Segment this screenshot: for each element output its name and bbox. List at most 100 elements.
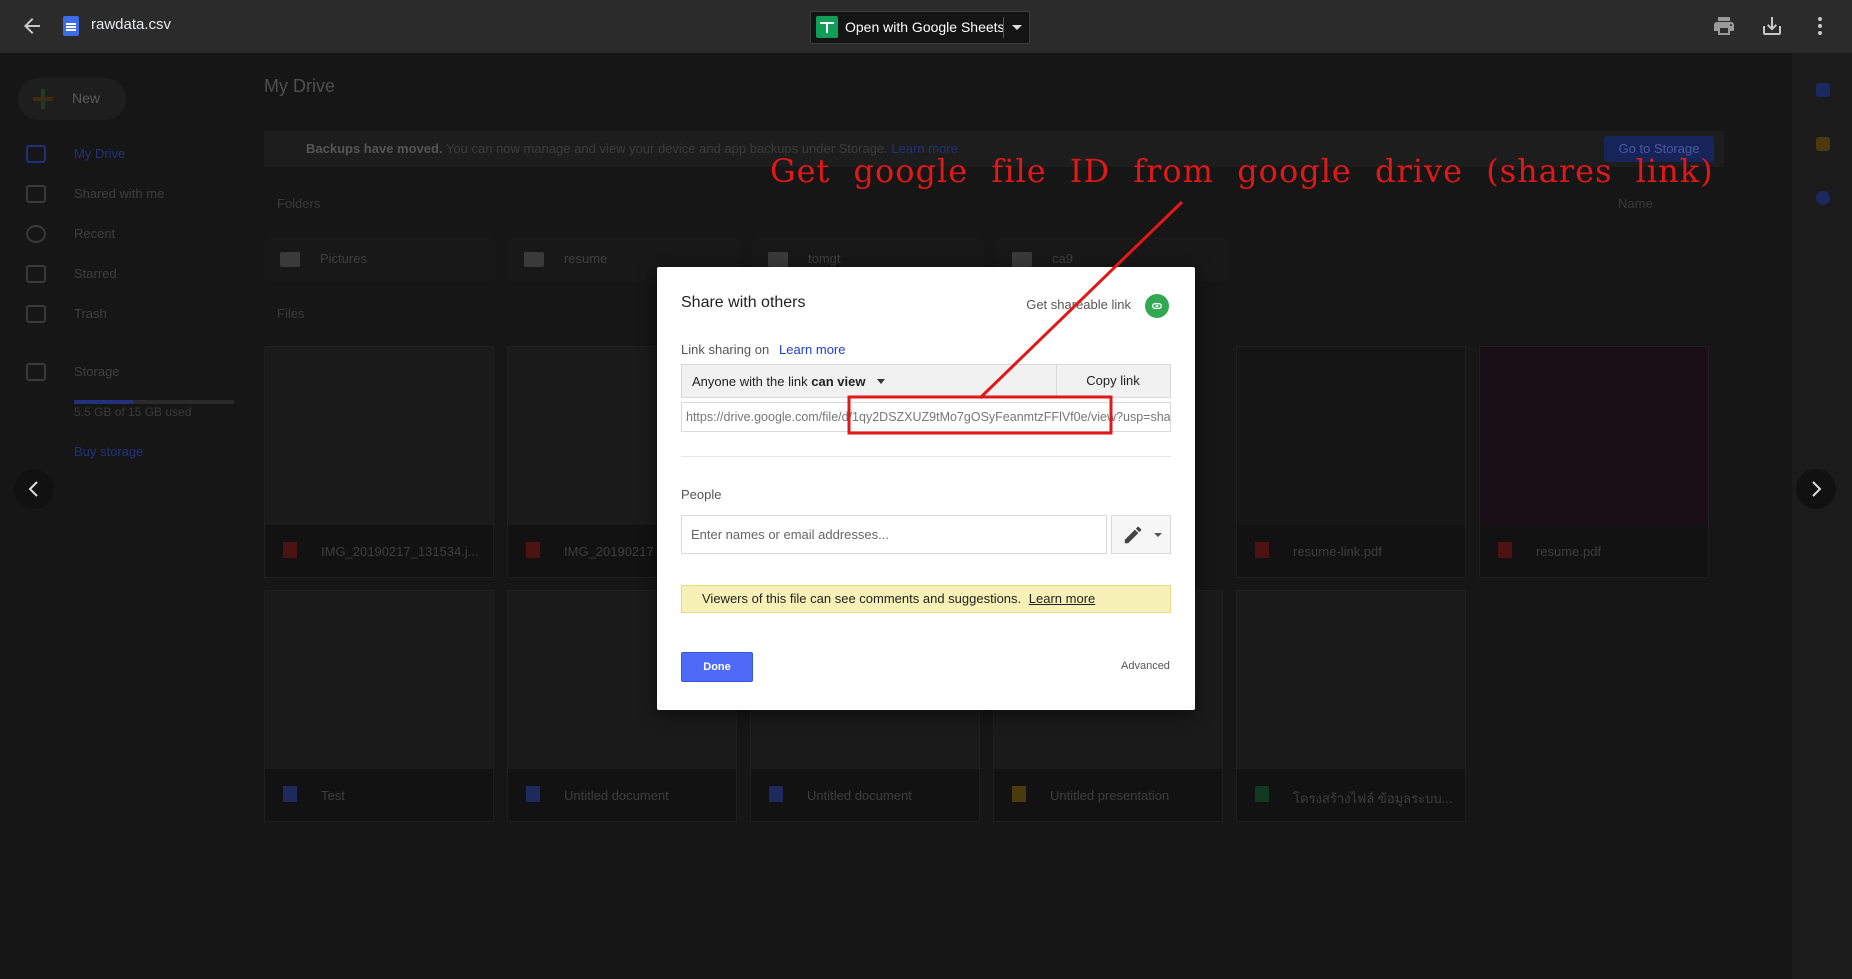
learn-more-link[interactable]: Learn more: [779, 342, 845, 357]
storage-used: 5.5 GB of 15 GB used: [74, 405, 192, 419]
copy-link-button[interactable]: Copy link: [1056, 365, 1170, 397]
folder-name: ca9: [1052, 251, 1073, 266]
file-card[interactable]: resume-link.pdf: [1236, 346, 1466, 578]
pdf-file-icon: [1498, 542, 1512, 558]
folder-name: tomgt: [808, 251, 841, 266]
sidebar-item-starred[interactable]: Starred: [0, 257, 240, 291]
folder-icon: [280, 252, 300, 267]
file-card-name: resume-link.pdf: [1293, 544, 1382, 559]
share-url-field[interactable]: https://drive.google.com/file/d/1qy2DSZX…: [681, 402, 1171, 432]
permission-dropdown[interactable]: Anyone with the link can view: [682, 365, 1057, 397]
folder-icon: [1012, 252, 1032, 267]
file-card-name: Untitled document: [807, 788, 912, 803]
sidebar-item-label: Recent: [74, 226, 116, 241]
file-thumbnail: [1237, 347, 1465, 525]
my-drive-icon: [26, 145, 46, 163]
storage-icon: [26, 363, 46, 381]
sidebar-item-label: Starred: [74, 266, 117, 281]
file-thumbnail: [1480, 347, 1708, 525]
storage-bar-fill: [74, 400, 134, 404]
dialog-title: Share with others: [681, 294, 806, 311]
file-thumbnail: [265, 591, 493, 769]
folder-item[interactable]: Pictures: [264, 237, 496, 281]
file-card-name: โครงสร้างไฟล์ ข้อมูลระบบ...: [1293, 791, 1453, 806]
people-icon: [26, 185, 46, 203]
annotation-label: Get google file ID from google drive (sh…: [770, 152, 1714, 190]
calendar-icon[interactable]: [1816, 83, 1830, 97]
files-heading: Files: [277, 306, 305, 321]
pdf-file-icon: [1255, 542, 1269, 558]
chevron-down-icon[interactable]: [1009, 17, 1025, 37]
new-button[interactable]: New: [18, 78, 126, 120]
advanced-link[interactable]: Advanced: [1121, 660, 1170, 672]
permission-text: Anyone with the link can view: [692, 374, 865, 389]
sheets-file-icon: [1255, 786, 1269, 802]
share-dialog: Share with others Get shareable link Lin…: [657, 267, 1195, 710]
notice-learn-more[interactable]: Learn more: [1029, 591, 1095, 606]
file-card-name: Untitled presentation: [1050, 788, 1170, 803]
link-icon[interactable]: [1145, 294, 1169, 318]
open-with-label: Open with Google Sheets: [845, 19, 1005, 35]
get-shareable-link[interactable]: Get shareable link: [1026, 297, 1131, 312]
sidebar-item-shared[interactable]: Shared with me: [0, 177, 240, 211]
storage-bar: [74, 400, 234, 404]
file-thumbnail: [1237, 591, 1465, 769]
sidebar-item-label: Storage: [74, 364, 120, 379]
file-name: rawdata.csv: [91, 16, 172, 33]
sidebar-item-my-drive[interactable]: My Drive: [0, 137, 240, 171]
page-title[interactable]: My Drive: [264, 76, 335, 97]
plus-icon: [32, 88, 54, 110]
people-label: People: [681, 487, 722, 502]
more-vert-icon[interactable]: [1808, 14, 1832, 38]
download-icon[interactable]: [1760, 14, 1784, 38]
viewer-top-bar: rawdata.csv Open with Google Sheets: [0, 0, 1852, 53]
sidebar-item-label: Trash: [74, 306, 107, 321]
image-file-icon: [283, 542, 297, 558]
clock-icon: [26, 225, 46, 243]
permission-row: Anyone with the link can view Copy link: [681, 364, 1171, 398]
sidebar-item-recent[interactable]: Recent: [0, 217, 240, 251]
sidebar-item-label: Shared with me: [74, 186, 165, 201]
open-with-button[interactable]: Open with Google Sheets: [810, 11, 1030, 44]
doc-file-icon: [283, 786, 297, 802]
pencil-icon: [1122, 524, 1144, 551]
side-panel-strip: [1792, 53, 1852, 979]
arrow-back-icon[interactable]: [20, 14, 44, 38]
tasks-icon[interactable]: [1816, 191, 1830, 205]
trash-icon: [26, 305, 46, 323]
open-with-divider: [1003, 17, 1004, 38]
comments-notice: Viewers of this file can see comments an…: [681, 585, 1171, 613]
permission-value: can view: [811, 374, 866, 389]
folder-icon: [524, 252, 544, 267]
print-icon[interactable]: [1712, 14, 1736, 38]
file-card[interactable]: IMG_20190217_131534.j...: [264, 346, 494, 578]
buy-storage-link[interactable]: Buy storage: [74, 444, 143, 459]
image-file-icon: [526, 542, 540, 558]
sheets-icon: [816, 16, 838, 38]
doc-file-icon: [769, 786, 783, 802]
keep-icon[interactable]: [1816, 137, 1830, 151]
permission-edit-button[interactable]: [1111, 515, 1171, 554]
dialog-divider: [681, 456, 1171, 457]
csv-file-icon: [63, 16, 79, 36]
prev-file-arrow-icon[interactable]: [14, 469, 54, 509]
next-file-arrow-icon[interactable]: [1796, 469, 1836, 509]
file-card[interactable]: โครงสร้างไฟล์ ข้อมูลระบบ...: [1236, 590, 1466, 822]
permission-prefix: Anyone with the link: [692, 374, 808, 389]
file-card[interactable]: Test: [264, 590, 494, 822]
sort-by-name[interactable]: Name: [1618, 196, 1653, 211]
star-icon: [26, 265, 46, 283]
folders-heading: Folders: [277, 196, 321, 211]
sidebar-item-trash[interactable]: Trash: [0, 297, 240, 331]
file-card[interactable]: resume.pdf: [1479, 346, 1709, 578]
new-button-label: New: [72, 90, 101, 106]
sidebar-item-storage[interactable]: Storage: [0, 355, 240, 389]
slides-file-icon: [1012, 786, 1026, 802]
file-card-name: IMG_20190217_131534.j...: [321, 544, 479, 559]
sidebar-item-label: My Drive: [74, 146, 126, 161]
folder-icon: [768, 252, 788, 267]
people-input[interactable]: Enter names or email addresses...: [681, 515, 1107, 554]
notice-text: Viewers of this file can see comments an…: [702, 591, 1022, 606]
done-button[interactable]: Done: [681, 652, 753, 682]
file-card-name: Test: [321, 788, 345, 803]
